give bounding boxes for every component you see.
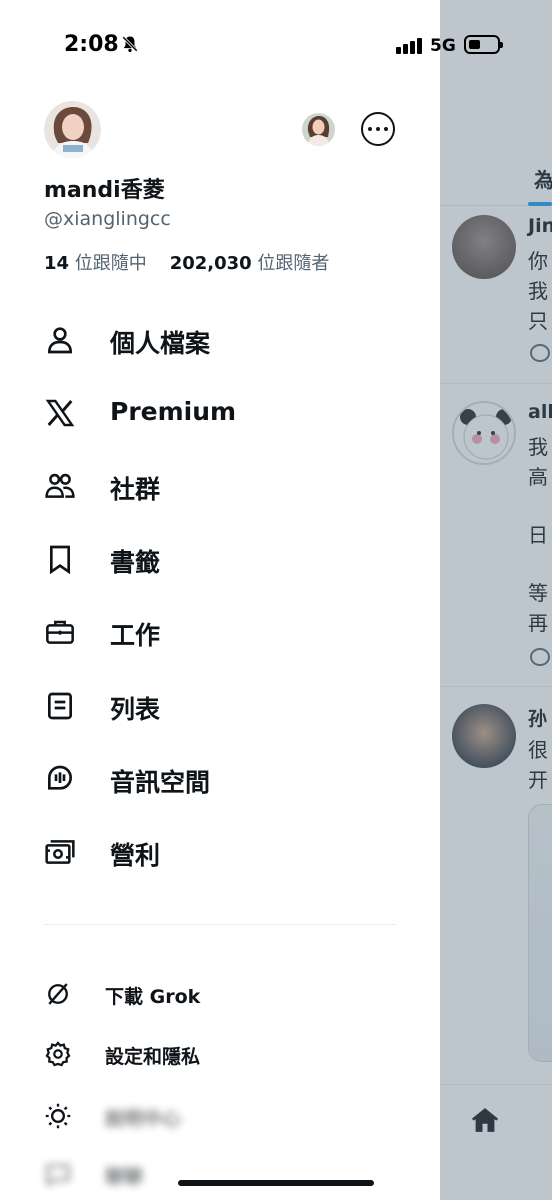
menu-divider <box>44 924 396 925</box>
followers-label: 位跟隨者 <box>257 253 330 274</box>
menu-item-spaces[interactable]: 音訊空間 <box>0 749 440 809</box>
post-text-line: 很 <box>528 738 548 762</box>
post-text-line: 你 <box>528 249 548 273</box>
list-icon <box>48 692 72 720</box>
home-icon[interactable] <box>470 1105 500 1135</box>
menu-item-jobs[interactable]: 工作 <box>0 602 440 662</box>
followers-link[interactable]: 202,030 位跟隨者 <box>170 253 330 274</box>
menu-item-bookmarks[interactable]: 書籤 <box>0 529 440 589</box>
menu-item-monetization[interactable]: 營利 <box>0 822 440 882</box>
menu-item-settings[interactable]: 設定和隱私 <box>0 1030 440 1078</box>
profile-display-name[interactable]: mandi香菱 <box>44 172 165 204</box>
bookmark-icon <box>50 545 70 575</box>
more-accounts-button[interactable] <box>361 112 395 146</box>
post-media[interactable] <box>528 804 552 1062</box>
menu-item-communities[interactable]: 社群 <box>0 456 440 516</box>
post-text-line: 开 <box>528 768 548 792</box>
menu-item-premium[interactable]: Premium <box>0 383 440 443</box>
briefcase-icon <box>46 620 74 644</box>
followers-count: 202,030 <box>169 253 252 274</box>
post-text-line: 等 <box>528 581 548 605</box>
avatar[interactable] <box>452 704 516 768</box>
profile-avatar[interactable] <box>44 101 101 158</box>
communities-icon <box>45 473 75 498</box>
following-label: 位跟隨中 <box>74 253 147 274</box>
post-text-line: 我 <box>528 279 548 303</box>
monetization-icon <box>45 840 75 864</box>
bottom-nav <box>440 1084 552 1200</box>
following-link[interactable]: 14 位跟隨中 <box>44 253 147 274</box>
home-indicator[interactable] <box>178 1180 374 1186</box>
menu-label: 音訊空間 <box>110 768 211 797</box>
follow-stats: 14 位跟隨中 202,030 位跟隨者 <box>44 249 329 275</box>
menu-item-messages[interactable]: 聊聊 <box>0 1150 440 1198</box>
menu-label: 書籤 <box>110 548 161 577</box>
post-text-line: 高 <box>528 465 548 489</box>
menu-label: 下載 Grok <box>105 986 201 1008</box>
menu-label: 說明中心 <box>105 1108 182 1130</box>
menu-item-profile[interactable]: 個人檔案 <box>0 310 440 370</box>
menu-label: 列表 <box>110 695 161 724</box>
navigation-drawer: mandi香菱 @xianglingcc 14 位跟隨中 202,030 位跟隨… <box>0 0 440 1200</box>
feed-post[interactable]: all 我 高 日 等 再 <box>440 385 552 687</box>
switch-account-avatar[interactable] <box>302 113 335 146</box>
post-text-line: 再 <box>528 611 548 635</box>
menu-item-lists[interactable]: 列表 <box>0 676 440 736</box>
reply-icon[interactable] <box>530 344 550 362</box>
message-icon <box>46 1164 70 1187</box>
grok-icon <box>48 983 68 1005</box>
reply-icon[interactable] <box>530 648 550 666</box>
menu-label: 設定和隱私 <box>105 1046 201 1068</box>
spaces-icon <box>48 765 73 790</box>
menu-item-display[interactable]: 說明中心 <box>0 1092 440 1140</box>
menu-item-download-grok[interactable]: 下載 Grok <box>0 970 440 1018</box>
post-author-name[interactable]: all <box>528 401 552 423</box>
profile-handle: @xianglingcc <box>44 208 171 230</box>
person-icon <box>47 327 73 354</box>
menu-label: 個人檔案 <box>110 329 211 358</box>
tab-for-you[interactable]: 為 <box>534 164 552 193</box>
menu-label: 營利 <box>110 841 161 870</box>
menu-label: 社群 <box>110 475 161 504</box>
sun-icon <box>45 1103 71 1129</box>
x-logo-icon <box>45 399 75 427</box>
following-count: 14 <box>44 253 70 274</box>
menu-label: 聊聊 <box>105 1166 144 1188</box>
menu-label: 工作 <box>110 621 161 650</box>
battery-icon <box>464 35 503 54</box>
post-author-name[interactable]: 孙 <box>528 704 547 731</box>
post-text-line: 我 <box>528 435 548 459</box>
feed-post[interactable]: Jin 你 我 只 <box>440 207 552 384</box>
post-text-line: 只 <box>528 309 548 333</box>
post-author-name[interactable]: Jin <box>528 215 552 237</box>
background-feed: 為 Jin 你 我 只 all 我 高 日 等 再 孙 很 开 <box>440 0 552 1200</box>
post-text-line: 日 <box>528 523 548 547</box>
menu-label: Premium <box>110 397 237 426</box>
feed-tabs: 為 <box>440 150 552 206</box>
active-tab-indicator <box>528 202 552 206</box>
avatar[interactable] <box>452 401 516 465</box>
avatar[interactable] <box>452 215 516 279</box>
gear-icon <box>45 1041 71 1067</box>
